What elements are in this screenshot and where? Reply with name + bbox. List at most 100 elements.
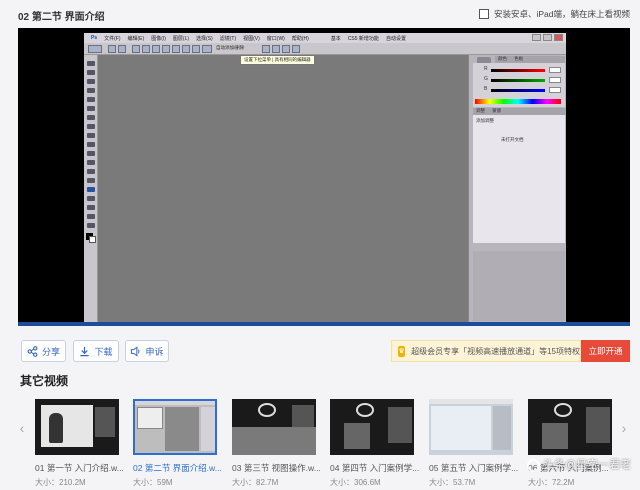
vip-promo-text: 超级会员专享「视频高速播放通道」等15项特权 [411,346,580,356]
path-mode-icon [118,45,126,53]
ellipse-icon [172,45,180,53]
page-title: 02 第二节 界面介绍 [18,12,105,23]
rectangle-icon [152,45,160,53]
eraser-icon [87,151,95,156]
ps-menu-item: CS5 新增功能 [347,35,379,42]
video-thumbnail[interactable] [330,399,414,455]
thumb-presenter [542,423,568,449]
background-color-swatch [89,236,96,243]
thumb-eye [554,403,572,417]
ps-menu-item: 窗口(W) [266,35,285,42]
report-label: 申诉 [145,346,164,357]
dodge-icon [87,178,95,183]
ps-panel-tab: 蒙版 [492,108,502,113]
exclude-icon [292,45,300,53]
ps-menu-item: 视图(V) [243,35,260,42]
checkbox-icon[interactable] [478,9,489,19]
video-size: 大小：210.2M [35,478,86,487]
video-frame-photoshop: Ps 文件(F) 编辑(E) 图像(I) 图层(L) 选择(S) 滤镜(T) 视… [84,33,566,323]
channel-label: B [484,86,488,92]
video-thumbnail[interactable] [35,399,119,455]
ps-menu-item: 编辑(E) [127,35,145,42]
ps-adjust-panel-tabs: 调整 蒙版 [473,108,566,115]
vip-promo-banner[interactable]: ♛ 超级会员专享「视频高速播放通道」等15项特权 [391,340,581,362]
carousel-next-icon[interactable]: › [619,398,629,458]
share-button[interactable]: 分享 [21,340,66,362]
minimize-icon [532,34,541,41]
blue-value-box [549,87,561,93]
report-button[interactable]: 申诉 [125,340,169,362]
thumb-portrait [586,407,610,443]
download-icon [80,346,90,356]
red-value-box [549,67,561,73]
subtract-icon [272,45,280,53]
green-value-box [549,77,561,83]
ps-menu-item: 自动设置 [385,35,406,42]
video-title[interactable]: 04 第四节 入门案例学... [330,462,422,474]
ps-panel-tab: 颜色 [498,56,507,61]
ps-color-panel-tabs: 颜色 色板 [495,56,565,63]
type-tool-icon [87,196,95,201]
ps-panel-tab: 色板 [514,56,524,61]
combine-icon [262,45,270,53]
thumb-canvas [165,407,199,451]
shape-tool-icon [87,214,95,219]
eyedropper-icon [87,106,95,111]
polygon-icon [182,45,190,53]
download-button[interactable]: 下载 [73,340,119,362]
ps-menu-item: 基本 [330,35,341,42]
channel-label: R [484,66,488,72]
download-label: 下载 [94,346,113,357]
brush-tool-icon [87,124,95,129]
gradient-icon [87,160,95,165]
action-row: 分享 下载 申诉 ♛ 超级会员专享「视频高速播放通道」等15项特权 立即开通 [0,340,640,362]
video-title-active[interactable]: 02 第二节 界面介绍.w... [133,462,225,474]
video-size: 大小：59M [133,478,173,487]
section-title: 其它视频 [20,374,69,388]
ps-layers-panel [473,251,565,321]
video-thumbnail-active[interactable] [133,399,217,455]
thumb-dialog [137,407,163,429]
ps-color-panel: R G B [473,63,565,107]
watermark-text: 头条@星空一君老 [543,459,632,471]
ps-menu-item: 文件(F) [104,35,121,42]
healing-brush-icon [87,115,95,120]
ps-tooltip: 设置下拉菜单 | 具有相同的编辑器 [240,55,315,65]
share-icon [27,345,38,357]
carousel-prev-icon[interactable]: ‹ [17,398,27,458]
freeform-pen-icon [142,45,150,53]
line-icon [192,45,200,53]
header-bar: 02 第二节 界面介绍 安装安卓、iPad端，躺在床上看视频 [0,0,640,28]
crown-icon: ♛ [398,345,406,357]
intersect-icon [282,45,290,53]
thumb-menubar [135,401,215,405]
blur-icon [87,169,95,174]
watermark: 头条@星空一君老 [527,456,631,472]
color-spectrum [475,99,561,104]
watermark-logo-icon [527,458,540,472]
red-slider [491,69,545,72]
video-player[interactable]: Ps 文件(F) 编辑(E) 图像(I) 图层(L) 选择(S) 滤镜(T) 视… [18,28,630,326]
ps-panels: 颜色 色板 R G B 调整 蒙版 添加调整 未打开文档 [468,55,566,323]
ps-menu-item: 图层(L) [172,35,190,42]
thumb-presenter [344,423,370,449]
ps-window-buttons [530,34,563,41]
rounded-rect-icon [162,45,170,53]
lasso-tool-icon [87,79,95,84]
blue-slider [491,89,545,92]
ipad-app-toggle[interactable]: 安装安卓、iPad端，躺在床上看视频 [478,8,630,20]
thumb-eye [356,403,374,417]
thumb-panels [201,407,215,451]
video-title[interactable]: 01 第一节 入门介绍.w... [35,462,127,474]
thumb-canvas [431,406,491,450]
video-size: 大小：72.2M [528,478,575,487]
adjust-title: 添加调整 [476,118,494,123]
video-title[interactable]: 05 第五节 入门案例学... [429,462,521,474]
vip-open-button[interactable]: 立即开通 [581,340,630,362]
video-title[interactable]: 03 第三节 视图操作.w... [232,462,324,474]
video-thumbnail[interactable] [232,399,316,455]
video-thumbnail[interactable] [528,399,612,455]
video-thumbnail[interactable] [429,399,513,455]
video-progress-bar[interactable] [18,322,630,326]
ps-logo: Ps [91,35,98,41]
